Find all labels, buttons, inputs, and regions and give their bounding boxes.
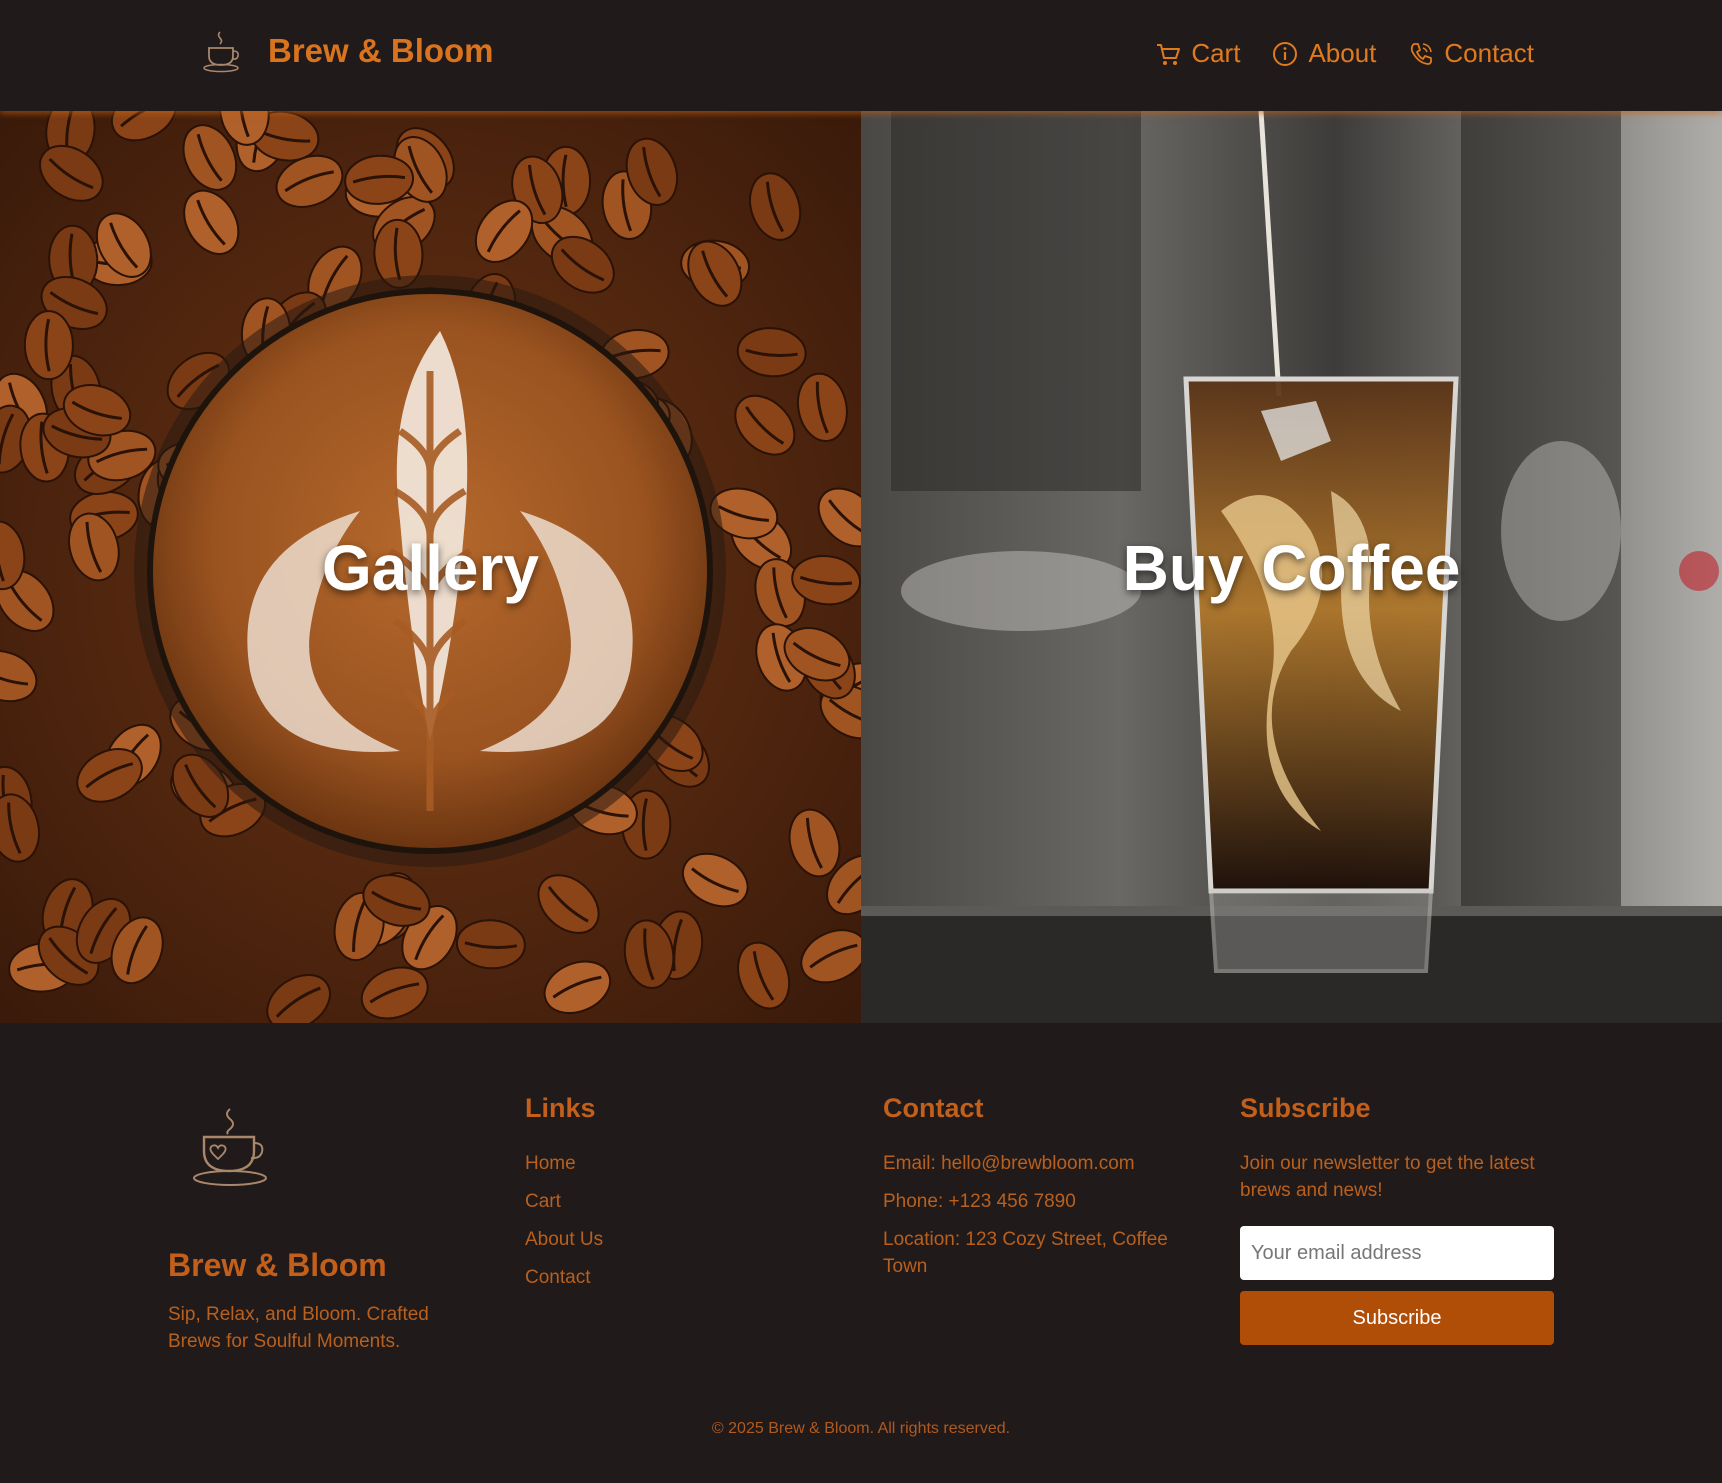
buy-coffee-title: Buy Coffee <box>1122 532 1461 604</box>
footer-tagline: Sip, Relax, and Bloom. Crafted Brews for… <box>168 1304 429 1352</box>
site-footer: Brew & Bloom Sip, Relax, and Bloom. Craf… <box>0 1023 1722 1483</box>
nav-contact-label: Contact <box>1444 38 1534 68</box>
coffee-cup-logo-icon <box>193 1108 267 1186</box>
info-icon <box>1273 41 1298 66</box>
cart-icon <box>1157 43 1181 65</box>
subscribe-heading: Subscribe <box>1240 1093 1371 1123</box>
links-heading: Links <box>525 1093 596 1123</box>
gallery-title: Gallery <box>321 532 540 604</box>
copyright: © 2025 Brew & Bloom. All rights reserved… <box>711 1420 1011 1437</box>
phone-icon <box>1411 42 1433 65</box>
contact-heading: Contact <box>883 1093 984 1123</box>
nav-about[interactable]: About <box>1272 38 1376 69</box>
footer-contact-column: Contact Email: hello@brewbloom.com Phone… <box>883 1093 1193 1291</box>
contact-email: Email: hello@brewbloom.com <box>883 1153 1135 1174</box>
contact-phone: Phone: +123 456 7890 <box>883 1191 1076 1212</box>
footer-subscribe-column: Subscribe Join our newsletter to get the… <box>1240 1093 1560 1345</box>
footer-link-contact[interactable]: Contact <box>525 1264 603 1291</box>
footer-brand-name: Brew & Bloom <box>168 1247 387 1283</box>
gallery-panel[interactable]: Gallery <box>0 111 861 1023</box>
nav-cart[interactable]: Cart <box>1155 38 1240 69</box>
coffee-cup-logo-icon <box>203 31 239 73</box>
contact-location: Location: 123 Cozy Street, Coffee Town <box>883 1229 1168 1277</box>
nav-contact[interactable]: Contact <box>1408 38 1534 69</box>
subscribe-button[interactable]: Subscribe <box>1240 1291 1554 1345</box>
subscribe-text: Join our newsletter to get the latest br… <box>1240 1153 1535 1201</box>
nav-about-label: About <box>1308 38 1377 68</box>
nav-cart-label: Cart <box>1191 38 1241 68</box>
site-header: Brew & Bloom Cart About Contact <box>0 0 1722 111</box>
footer-links-column: Links Home Cart About Us Contact <box>525 1093 603 1302</box>
brand-name: Brew & Bloom <box>268 32 494 69</box>
email-field[interactable] <box>1240 1226 1554 1280</box>
hero-section: Gallery Buy Coffee <box>0 111 1722 1023</box>
footer-link-about-us[interactable]: About Us <box>525 1226 603 1253</box>
buy-coffee-panel[interactable]: Buy Coffee <box>861 111 1722 1023</box>
footer-link-home[interactable]: Home <box>525 1150 603 1177</box>
brand[interactable]: Brew & Bloom <box>200 28 494 74</box>
main-nav: Cart About Contact <box>1123 38 1534 69</box>
footer-link-cart[interactable]: Cart <box>525 1188 603 1215</box>
